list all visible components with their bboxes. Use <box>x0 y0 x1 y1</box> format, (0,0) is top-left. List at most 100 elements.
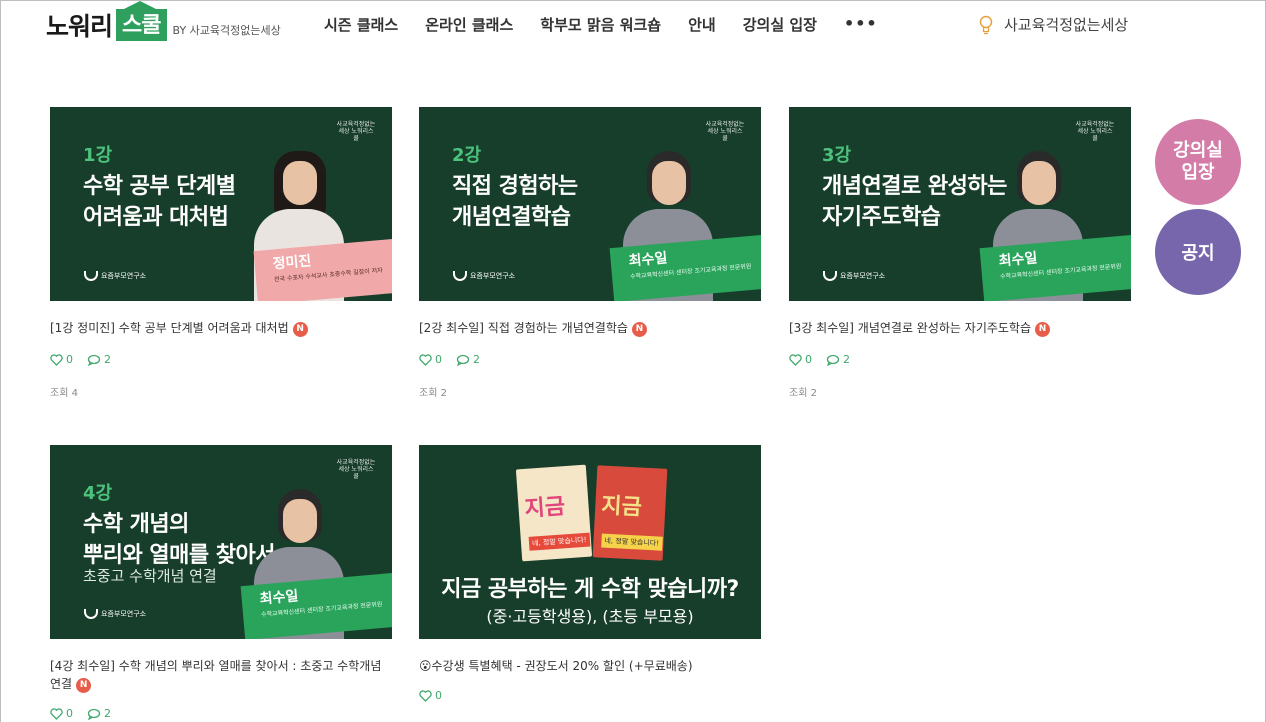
like-count: 0 <box>66 353 73 366</box>
brand-text: 요즘부모연구소 <box>840 272 886 280</box>
comment-icon <box>456 354 470 366</box>
new-badge: N <box>1035 322 1051 337</box>
nav-parent-workshop[interactable]: 학부모 맑음 워크숍 <box>540 14 661 35</box>
comment-count: 2 <box>473 353 480 366</box>
nav-online-class[interactable]: 온라인 클래스 <box>425 14 513 35</box>
nav-lecture-room[interactable]: 강의실 입장 <box>743 14 817 35</box>
brand-text: 요즘부모연구소 <box>101 272 147 280</box>
post-stats: 0 <box>419 689 762 702</box>
thumb-title: 개념연결로 완성하는 자기주도학습 <box>822 174 1007 230</box>
like-count: 0 <box>435 689 442 702</box>
heart-icon <box>50 707 63 720</box>
like-button[interactable]: 0 <box>50 353 73 366</box>
comment-button[interactable]: 2 <box>456 353 480 366</box>
brand-mark-icon <box>453 271 467 281</box>
post-title[interactable]: 😮수강생 특별혜택 - 권장도서 20% 할인 (+무료배송) <box>419 657 762 675</box>
logo-text: 노워리 <box>46 12 113 41</box>
post-title[interactable]: [2강 최수일] 직접 경험하는 개념연결학습 N <box>419 319 762 337</box>
post-title[interactable]: [3강 최수일] 개념연결로 완성하는 자기주도학습 N <box>789 319 1132 337</box>
post-thumbnail[interactable]: 지금네, 정말 맞습니다! 지금네, 정말 맞습니다! 지금 공부하는 게 수학… <box>419 445 761 639</box>
thumb-title: 직접 경험하는 개념연결학습 <box>452 174 578 230</box>
thumb-brand: 요즘부모연구소 <box>84 271 146 281</box>
post-thumbnail[interactable]: 사교육걱정없는세상 노워리스쿨 4강 수학 개념의 뿌리와 열매를 찾아서 초중… <box>50 445 392 639</box>
book-title: 지금 <box>600 493 643 521</box>
new-badge: N <box>292 322 308 337</box>
book-sticker: 네, 정말 맞습니다! <box>601 533 663 551</box>
thumb-brand: 요즘부모연구소 <box>84 609 146 619</box>
comment-count: 2 <box>843 353 850 366</box>
lightbulb-icon <box>979 15 993 34</box>
promo-subline: (중·고등학생용), (초등 부모용) <box>486 607 694 626</box>
thumb-brand: 요즘부모연구소 <box>453 271 515 281</box>
new-badge: N <box>631 322 647 337</box>
heart-icon <box>419 353 432 366</box>
nav-guide[interactable]: 안내 <box>688 14 716 35</box>
thumb-lecture-number: 4강 <box>83 483 113 504</box>
thumb-subtitle: 초중고 수학개념 연결 <box>83 567 217 585</box>
nav-season-class[interactable]: 시즌 클래스 <box>324 14 398 35</box>
brand-mark-icon <box>84 609 98 619</box>
site-header: 노워리 스쿨 BY 사교육걱정없는세상 시즌 클래스 온라인 클래스 학부모 맑… <box>0 0 1266 50</box>
like-button[interactable]: 0 <box>789 353 812 366</box>
view-count: 조회 2 <box>789 388 817 399</box>
thumb-title: 수학 공부 단계별 어려움과 대처법 <box>83 174 236 230</box>
logo-byline: BY 사교육걱정없는세상 <box>172 24 281 37</box>
comment-button[interactable]: 2 <box>87 707 111 720</box>
like-button[interactable]: 0 <box>419 353 442 366</box>
post-title-text: [1강 정미진] 수학 공부 단계별 어려움과 대처법 <box>50 321 289 335</box>
comment-count: 2 <box>104 707 111 720</box>
notice-floating-button[interactable]: 공지 <box>1155 209 1241 295</box>
like-count: 0 <box>435 353 442 366</box>
thumb-stamp: 사교육걱정없는세상 노워리스쿨 <box>336 121 376 142</box>
comment-icon <box>87 708 101 720</box>
book-sticker: 네, 정말 맞습니다! <box>528 532 590 551</box>
thumb-stamp: 사교육걱정없는세상 노워리스쿨 <box>705 121 745 142</box>
book-title: 지금 <box>523 494 566 523</box>
post-title-text: [3강 최수일] 개념연결로 완성하는 자기주도학습 <box>789 321 1032 335</box>
post-title[interactable]: [1강 정미진] 수학 공부 단계별 어려움과 대처법 N <box>50 319 393 337</box>
post-title[interactable]: [4강 최수일] 수학 개념의 뿌리와 열매를 찾아서 : 초중고 수학개념 연… <box>50 657 393 693</box>
post-stats: 0 2 <box>50 707 393 720</box>
main-nav: 시즌 클래스 온라인 클래스 학부모 맑음 워크숍 안내 강의실 입장 ••• <box>324 14 878 35</box>
promo-headline: 지금 공부하는 게 수학 맞습니까? <box>441 577 739 602</box>
user-menu[interactable]: 사교육걱정없는세상 <box>978 14 1128 35</box>
like-button[interactable]: 0 <box>50 707 73 720</box>
post-stats: 0 2 <box>50 353 393 366</box>
post-card: 사교육걱정없는세상 노워리스쿨 4강 수학 개념의 뿌리와 열매를 찾아서 초중… <box>50 445 393 720</box>
post-card: 사교육걱정없는세상 노워리스쿨 3강 개념연결로 완성하는 자기주도학습 최수일… <box>789 107 1132 399</box>
comment-button[interactable]: 2 <box>826 353 850 366</box>
post-thumbnail[interactable]: 사교육걱정없는세상 노워리스쿨 3강 개념연결로 완성하는 자기주도학습 최수일… <box>789 107 1131 301</box>
thumb-lecture-number: 3강 <box>822 145 852 166</box>
heart-icon <box>789 353 802 366</box>
more-menu-icon[interactable]: ••• <box>844 14 878 35</box>
comment-count: 2 <box>104 353 111 366</box>
lecture-room-floating-button[interactable]: 강의실 입장 <box>1155 119 1241 205</box>
post-stats: 0 2 <box>419 353 762 366</box>
thumb-stamp: 사교육걱정없는세상 노워리스쿨 <box>336 459 376 480</box>
heart-icon <box>50 353 63 366</box>
post-card: 지금네, 정말 맞습니다! 지금네, 정말 맞습니다! 지금 공부하는 게 수학… <box>419 445 762 702</box>
site-logo[interactable]: 노워리 스쿨 BY 사교육걱정없는세상 <box>46 1 281 44</box>
like-count: 0 <box>805 353 812 366</box>
speaker-name: 최수일 <box>259 588 300 608</box>
user-name: 사교육걱정없는세상 <box>1004 16 1129 34</box>
brand-mark-icon <box>823 271 837 281</box>
post-card: 사교육걱정없는세상 노워리스쿨 1강 수학 공부 단계별 어려움과 대처법 정미… <box>50 107 393 399</box>
speaker-name: 정미진 <box>272 253 313 273</box>
speaker-tag: 정미진 전국 수포자 수석교사 초중수학 길잡이 저자 <box>253 239 392 301</box>
like-button[interactable]: 0 <box>419 689 442 702</box>
brand-text: 요즘부모연구소 <box>101 610 147 618</box>
comment-button[interactable]: 2 <box>87 353 111 366</box>
post-title-text: [2강 최수일] 직접 경험하는 개념연결학습 <box>419 321 628 335</box>
post-stats: 0 2 <box>789 353 1132 366</box>
speaker-name: 최수일 <box>998 250 1039 270</box>
comment-icon <box>87 354 101 366</box>
post-thumbnail[interactable]: 사교육걱정없는세상 노워리스쿨 2강 직접 경험하는 개념연결학습 최수일 수학교… <box>419 107 761 301</box>
thumb-stamp: 사교육걱정없는세상 노워리스쿨 <box>1075 121 1115 142</box>
new-badge: N <box>76 678 92 693</box>
like-count: 0 <box>66 707 73 720</box>
speaker-name: 최수일 <box>628 250 669 270</box>
view-count: 조회 4 <box>50 388 78 399</box>
thumb-lecture-number: 2강 <box>452 145 482 166</box>
post-thumbnail[interactable]: 사교육걱정없는세상 노워리스쿨 1강 수학 공부 단계별 어려움과 대처법 정미… <box>50 107 392 301</box>
